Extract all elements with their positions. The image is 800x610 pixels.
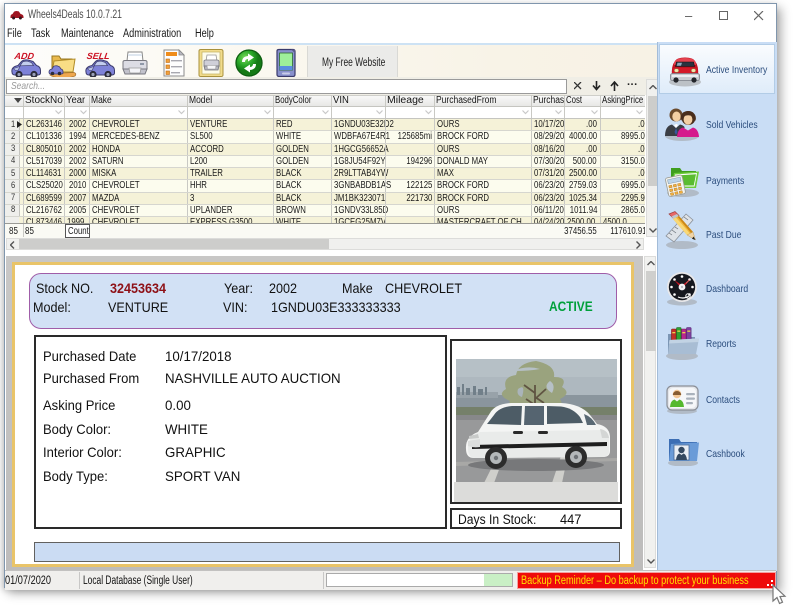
svg-text:SELL: SELL [86, 51, 110, 61]
svg-text:ADD: ADD [13, 51, 35, 61]
